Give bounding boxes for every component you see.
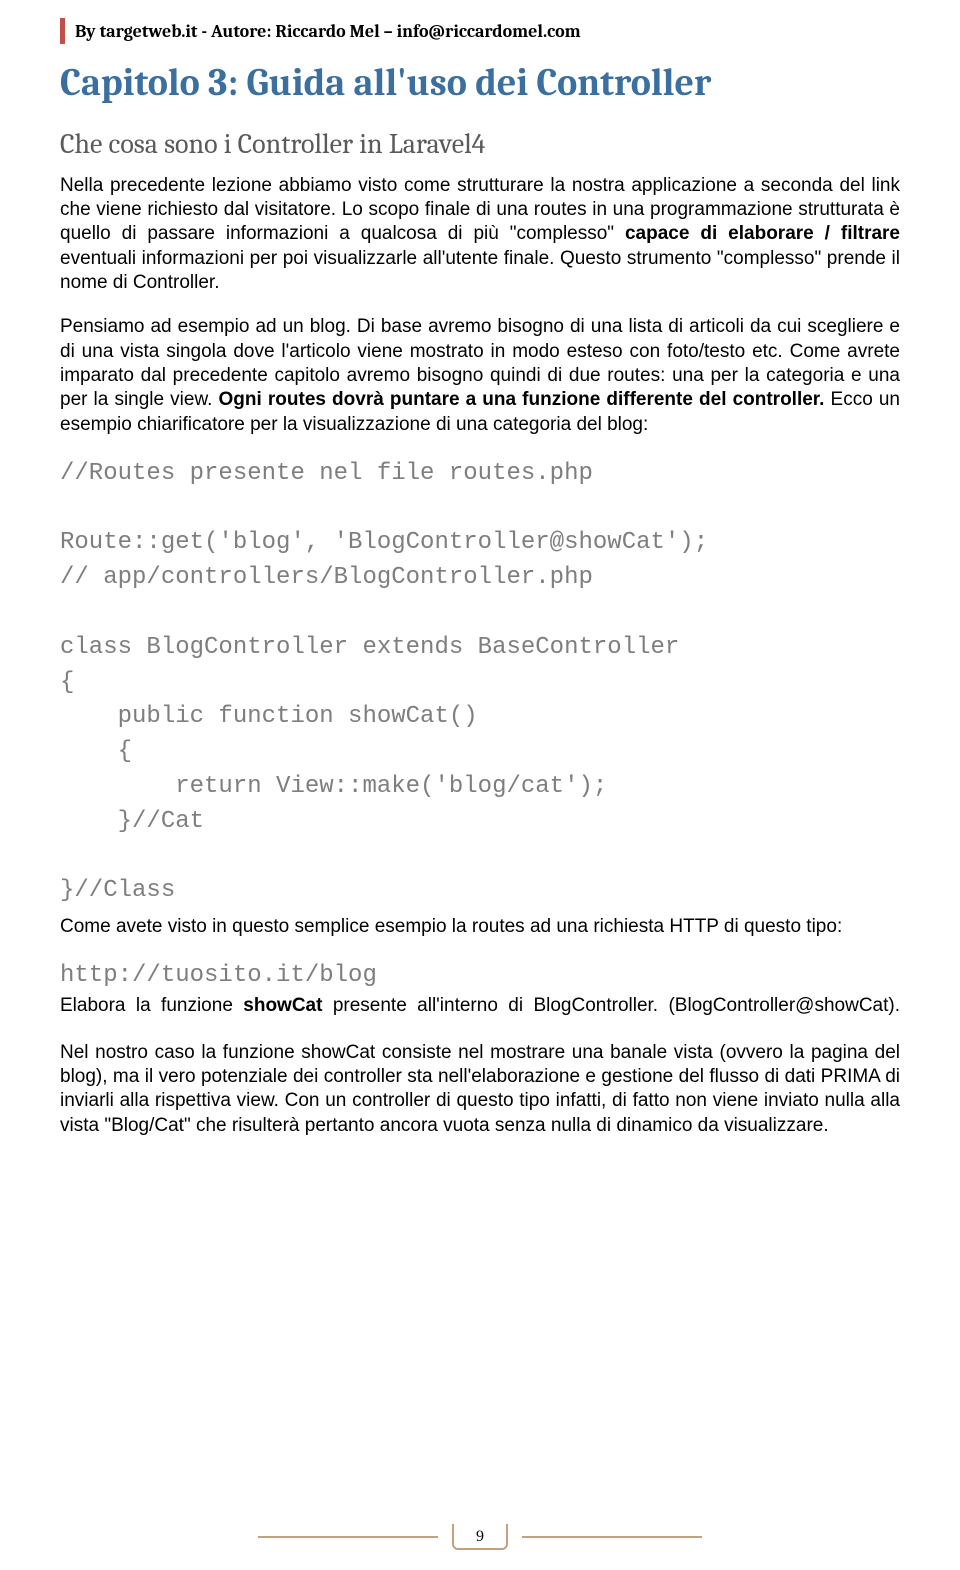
paragraph-4: Elabora la funzione showCat presente all… xyxy=(60,994,900,1018)
code-block-1: //Routes presente nel file routes.php Ro… xyxy=(60,457,900,909)
page-footer: 9 xyxy=(0,1524,960,1550)
header-text: By targetweb.it - Autore: Riccardo Mel –… xyxy=(75,21,581,42)
chapter-title: Capitolo 3: Guida all'uso dei Controller xyxy=(60,62,900,106)
footer-line-left xyxy=(258,1536,438,1538)
bold-text: Ogni routes dovrà puntare a una funzione… xyxy=(219,389,825,410)
page-number: 9 xyxy=(452,1524,508,1550)
header: By targetweb.it - Autore: Riccardo Mel –… xyxy=(60,18,900,44)
footer-line-right xyxy=(522,1536,702,1538)
bold-text: capace di elaborare / filtrare xyxy=(625,223,900,244)
text-span: eventuali informazioni per poi visualizz… xyxy=(60,248,900,293)
bold-text: showCat xyxy=(243,995,322,1016)
document-page: By targetweb.it - Autore: Riccardo Mel –… xyxy=(0,0,960,1570)
footer-inner: 9 xyxy=(258,1524,702,1550)
section-subtitle: Che cosa sono i Controller in Laravel4 xyxy=(60,128,900,160)
paragraph-5: Nel nostro caso la funzione showCat cons… xyxy=(60,1041,900,1138)
code-block-2: http://tuosito.it/blog xyxy=(60,959,900,994)
paragraph-2: Pensiamo ad esempio ad un blog. Di base … xyxy=(60,315,900,437)
text-span: Elabora la funzione xyxy=(60,995,243,1016)
paragraph-3: Come avete visto in questo semplice esem… xyxy=(60,915,900,939)
paragraph-1: Nella precedente lezione abbiamo visto c… xyxy=(60,174,900,296)
text-span: presente all'interno di BlogController. … xyxy=(322,995,900,1016)
header-accent-bar xyxy=(60,18,65,44)
